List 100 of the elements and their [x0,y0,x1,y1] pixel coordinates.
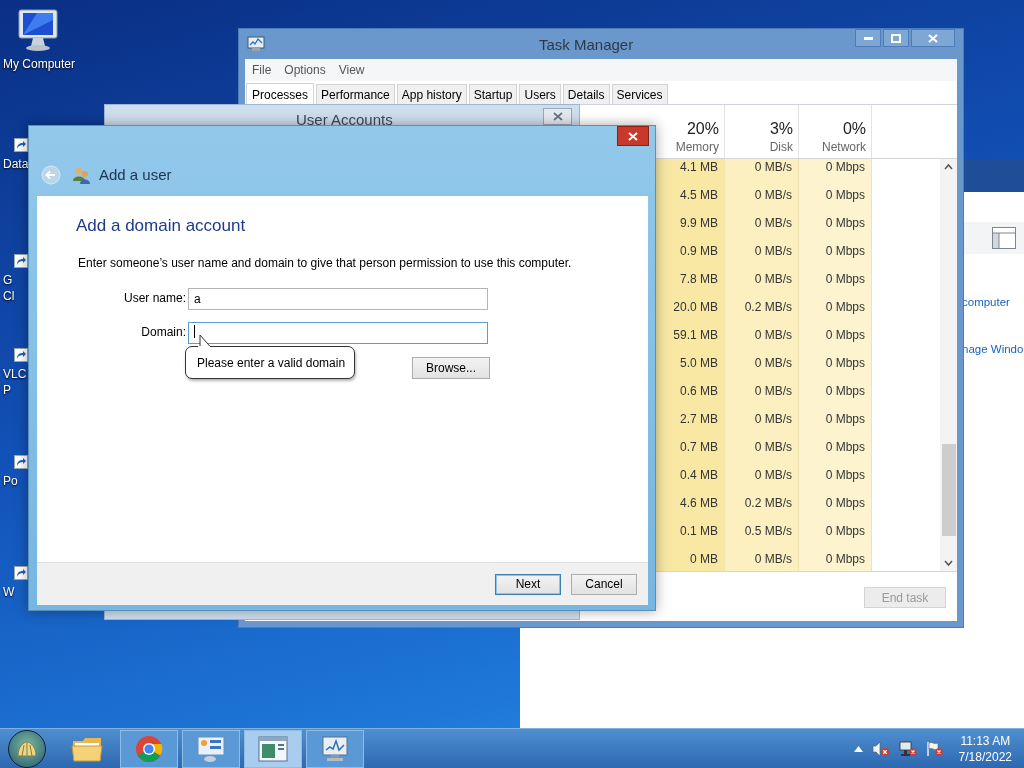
clock-date[interactable]: 7/18/2022 [958,748,1012,765]
menu-item[interactable]: View [338,61,365,79]
table-cell: 0 Mbps [799,517,872,545]
close-icon [552,112,563,121]
close-icon [928,33,938,43]
table-cell: 0 Mbps [799,377,872,405]
tab[interactable]: Users [519,84,561,104]
monitor-chart-icon [320,734,350,763]
icon-label: VLC [3,366,27,382]
shortcut-icon[interactable] [14,455,28,469]
icon-label: P [3,382,11,398]
minimize-button[interactable] [855,29,881,47]
table-cell: 0 Mbps [799,181,872,209]
shortcut-icon[interactable] [14,254,28,268]
table-cell: 0.9 MB [653,237,725,265]
table-cell: 4.1 MB [653,159,725,181]
taskbar-button[interactable] [182,729,240,768]
close-button[interactable] [911,29,955,47]
table-cell: 2.7 MB [653,405,725,433]
close-button[interactable] [617,126,649,146]
shortcut-icon[interactable] [14,566,28,580]
table-cell: 0 MB/s [725,377,799,405]
table-cell: 0.7 MB [653,433,725,461]
close-button[interactable] [543,108,572,125]
taskbar-button[interactable] [306,729,364,768]
icon-label: W [3,584,15,600]
shortcut-icon[interactable] [14,138,28,152]
table-cell: 0 MB/s [725,545,799,571]
close-icon [628,131,638,141]
table-cell: 0 MB/s [725,237,799,265]
link[interactable]: computer [962,294,1024,310]
table-cell: 0 MB/s [725,159,799,181]
icon-label: My Computer [3,56,76,72]
menu-item[interactable]: Options [284,61,326,79]
browser-icon [135,734,163,763]
column-header[interactable]: Disk [769,139,793,155]
tab[interactable]: Processes [246,83,315,105]
network-icon[interactable] [898,740,917,757]
table-cell: 5.0 MB [653,349,725,377]
icon-label: Po [3,473,18,489]
table-cell: 0 Mbps [799,293,872,321]
tab[interactable]: Details [562,84,610,104]
dialog-button[interactable]: Cancel [571,573,637,595]
icon-label: G [3,272,13,288]
taskbar-button[interactable] [120,729,178,768]
table-cell: 0 Mbps [799,433,872,461]
tab[interactable]: Services [611,84,668,104]
taskbar-button[interactable] [244,729,302,768]
scroll-thumb[interactable] [941,444,956,536]
column-header[interactable]: Network [822,139,866,155]
table-cell: 0.4 MB [653,461,725,489]
table-cell: 0 Mbps [799,209,872,237]
table-cell: 0 MB/s [725,461,799,489]
table-cell: 0 MB/s [725,349,799,377]
show-hidden-icons-icon[interactable] [853,745,863,752]
table-cell: 0 MB [653,545,725,571]
menu-item[interactable]: File [252,61,272,79]
computer-icon[interactable] [15,8,61,52]
tab[interactable]: Performance [316,84,395,104]
tab[interactable]: Startup [468,84,518,104]
icon-label: Cl [3,288,15,304]
table-cell: 9.9 MB [653,209,725,237]
table-cell: 0 Mbps [799,349,872,377]
browse-button[interactable]: Browse... [412,357,490,379]
table-cell: 0 Mbps [799,545,872,571]
dialog-button[interactable]: Next [495,573,561,595]
table-cell: 0 MB/s [725,181,799,209]
table-cell: 0.5 MB/s [725,517,799,545]
start-button[interactable] [8,729,46,768]
table-cell: 20.0 MB [653,293,725,321]
input-field[interactable] [188,322,488,344]
shell-icon [16,739,38,758]
window-title: Task Manager [539,35,634,55]
window-icon [258,735,288,762]
table-cell: 0 MB/s [725,405,799,433]
muted-speaker-icon[interactable] [871,740,890,757]
table-cell: 0 Mbps [799,489,872,517]
input-field[interactable]: a [188,288,488,310]
field-label: Domain: [140,324,187,341]
table-cell: 0 MB/s [725,433,799,461]
table-cell: 0.2 MB/s [725,293,799,321]
table-cell: 4.5 MB [653,181,725,209]
tab[interactable]: App history [396,84,467,104]
users-icon [73,166,91,185]
shortcut-icon[interactable] [14,348,28,362]
scrollbar[interactable] [940,159,957,571]
task-manager-icon [247,36,265,52]
table-cell: 4.6 MB [653,489,725,517]
flag-icon[interactable] [925,740,944,757]
maximize-button[interactable] [883,29,909,47]
table-cell: 0 Mbps [799,159,872,181]
column-header[interactable]: Memory [675,139,719,155]
table-cell: 0 Mbps [799,265,872,293]
table-cell: 0 Mbps [799,405,872,433]
column-percent: 20% [686,119,719,139]
pane-layout-icon[interactable] [992,227,1016,249]
clock-time[interactable]: 11:13 AM [960,732,1011,749]
text-cursor [194,325,195,338]
column-percent: 3% [769,119,793,139]
maximize-icon [891,33,901,43]
